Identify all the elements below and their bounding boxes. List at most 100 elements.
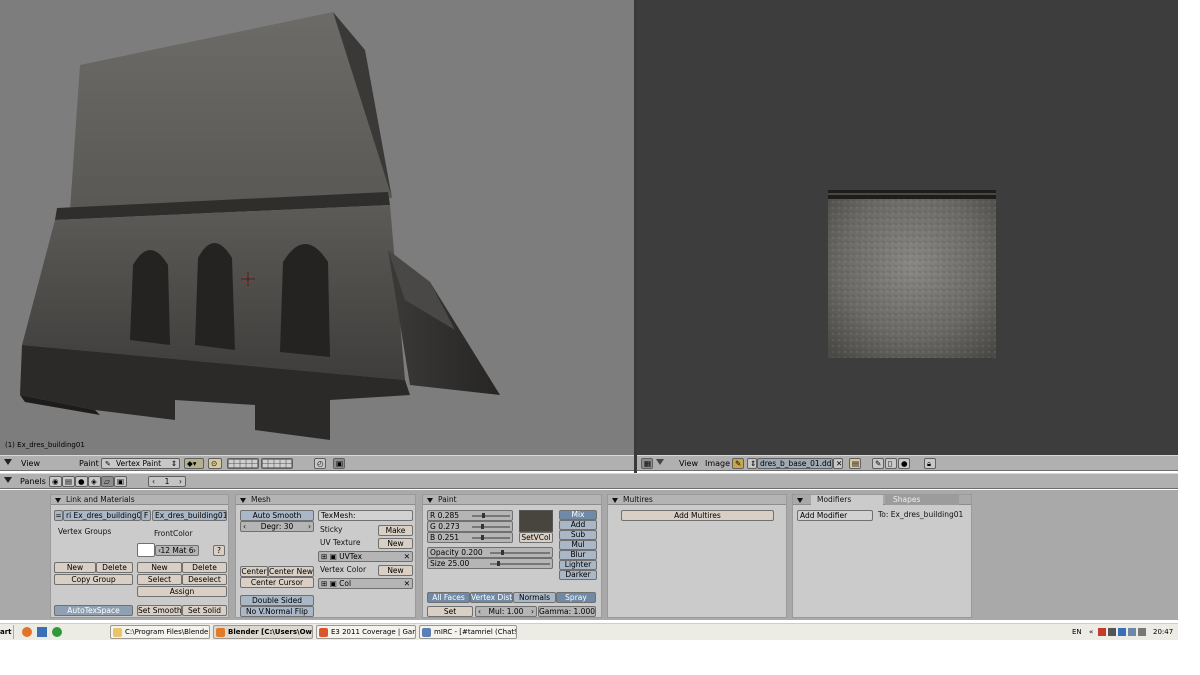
draw-type-select[interactable]: ◆▾ <box>184 458 204 469</box>
frame-number-field[interactable]: ‹ 1 › <box>148 476 186 487</box>
copy-group-button[interactable]: Copy Group <box>54 574 133 585</box>
browse-image-icon[interactable]: ⇕ <box>747 458 757 469</box>
paint-mode-lighter[interactable]: Lighter <box>559 560 597 570</box>
object-name-field[interactable]: Ex_dres_building01 <box>152 510 227 521</box>
image-editor-type-icon[interactable]: ▦ <box>641 458 653 469</box>
vertex-dist-toggle[interactable]: Vertex Dist <box>470 592 513 603</box>
paint-mode-mul[interactable]: Mul <box>559 540 597 550</box>
3d-viewport[interactable]: (1) Ex_dres_building01 <box>0 0 634 455</box>
ogl-render-icon[interactable]: ◴ <box>314 458 326 469</box>
layer-buttons-b[interactable] <box>261 458 293 469</box>
tray-app-icon[interactable] <box>1098 628 1106 636</box>
opacity-knob[interactable] <box>501 550 504 555</box>
collapse-arrow-icon[interactable] <box>797 497 803 503</box>
paint-g-slider[interactable]: G 0.273 <box>427 521 513 532</box>
size-knob[interactable] <box>496 561 500 566</box>
uv-texture-new-button[interactable]: New <box>378 538 413 549</box>
chrome-quicklaunch-icon[interactable] <box>52 627 62 637</box>
object-context-icon[interactable]: ◈ <box>88 476 101 487</box>
paint-mode-mix[interactable]: Mix <box>559 510 597 520</box>
uv-layer-delete-icon[interactable]: ✕ <box>404 552 410 561</box>
task-explorer[interactable]: C:\Program Files\Blender... <box>110 625 210 639</box>
lock-layers-icon[interactable]: ⊙ <box>208 458 222 469</box>
render-anim-icon[interactable]: ▣ <box>333 458 345 469</box>
uv-layer-row[interactable]: ⊞ ▣ UVTex ✕ <box>318 551 413 562</box>
paint-g-knob[interactable] <box>481 524 485 529</box>
image-editor-viewport[interactable] <box>637 0 1178 455</box>
window-type-arrow-icon[interactable] <box>4 477 12 483</box>
paint-b-knob[interactable] <box>480 535 484 540</box>
pack-image-icon[interactable]: ▤ <box>849 458 861 469</box>
setvcol-button[interactable]: SetVCol <box>519 532 553 543</box>
vertex-color-new-button[interactable]: New <box>378 565 413 576</box>
pin-image-icon[interactable]: ✎ <box>732 458 744 469</box>
window-type-arrow-icon[interactable] <box>4 459 12 465</box>
mesh-browse-button[interactable]: = <box>54 510 63 521</box>
vc-layer-delete-icon[interactable]: ✕ <box>404 579 410 588</box>
panels-menu[interactable]: Panels <box>20 476 46 487</box>
view-menu[interactable]: View <box>679 458 698 469</box>
collapse-arrow-icon[interactable] <box>240 497 246 503</box>
autotexspace-toggle[interactable]: AutoTexSpace <box>54 605 133 616</box>
fake-user-button[interactable]: F <box>141 510 151 521</box>
material-deselect-button[interactable]: Deselect <box>182 574 227 585</box>
arrow-left-icon[interactable]: ‹ <box>152 477 155 486</box>
double-sided-toggle[interactable]: Double Sided <box>240 595 314 606</box>
all-faces-toggle[interactable]: All Faces <box>427 592 470 603</box>
arrow-left-icon[interactable]: ‹ <box>243 522 246 531</box>
arrow-right-icon[interactable]: › <box>531 607 534 616</box>
clock[interactable]: 20:47 <box>1153 625 1173 639</box>
material-select-button[interactable]: Select <box>137 574 182 585</box>
vertex-group-delete-button[interactable]: Delete <box>96 562 133 573</box>
image-name-field[interactable]: dres_b_base_01.dds <box>757 458 833 469</box>
volume-icon[interactable] <box>1138 628 1146 636</box>
vertex-color-layer-row[interactable]: ⊞ ▣ Col ✕ <box>318 578 413 589</box>
no-v-normal-flip-toggle[interactable]: No V.Normal Flip <box>240 606 314 617</box>
auto-smooth-toggle[interactable]: Auto Smooth <box>240 510 314 521</box>
tray-app-icon[interactable] <box>1108 628 1116 636</box>
size-slider[interactable]: Size 25.00 <box>427 558 553 569</box>
desktop-quicklaunch-icon[interactable] <box>37 627 47 637</box>
material-help-button[interactable]: ? <box>213 545 225 556</box>
arrow-right-icon[interactable]: › <box>179 477 182 486</box>
front-color-swatch[interactable] <box>137 543 155 557</box>
paint-r-slider[interactable]: R 0.285 <box>427 510 513 521</box>
image-menu[interactable]: Image <box>705 458 730 469</box>
battery-icon[interactable] <box>1128 628 1136 636</box>
uv-sync-icon[interactable]: ▯ <box>885 458 897 469</box>
paint-color-swatch[interactable] <box>519 510 553 532</box>
layer-buttons-a[interactable] <box>227 458 259 469</box>
set-smooth-button[interactable]: Set Smooth <box>137 605 182 616</box>
vertex-group-new-button[interactable]: New <box>54 562 96 573</box>
view-menu[interactable]: View <box>21 458 40 469</box>
lock-icon[interactable]: 🔒︎ <box>924 458 936 469</box>
task-mirc[interactable]: mIRC - [#tamriel (ChatS... <box>419 625 517 639</box>
collapse-arrow-icon[interactable] <box>612 497 618 503</box>
paint-mode-add[interactable]: Add <box>559 520 597 530</box>
tray-expand-icon[interactable]: « <box>1089 625 1093 639</box>
3d-cursor-icon[interactable] <box>241 272 255 286</box>
script-context-icon[interactable]: ▤ <box>62 476 75 487</box>
language-indicator[interactable]: EN <box>1072 625 1082 639</box>
set-solid-button[interactable]: Set Solid <box>182 605 227 616</box>
logic-context-icon[interactable]: ◉ <box>49 476 62 487</box>
gamma-field[interactable]: Gamma: 1.000 <box>538 606 596 617</box>
add-multires-button[interactable]: Add Multires <box>621 510 774 521</box>
mode-select[interactable]: ✎ Vertex Paint ⇕ <box>101 458 180 469</box>
center-button[interactable]: Center <box>240 566 268 577</box>
task-blender[interactable]: Blender [C:\Users\Ow... <box>213 625 313 639</box>
shading-context-icon[interactable]: ● <box>75 476 88 487</box>
tab-shapes[interactable]: Shapes <box>885 495 959 505</box>
sticky-make-button[interactable]: Make <box>378 525 413 536</box>
paint-mode-darker[interactable]: Darker <box>559 570 597 580</box>
panel-title[interactable]: Link and Materials <box>51 495 228 505</box>
firefox-quicklaunch-icon[interactable] <box>22 627 32 637</box>
paint-menu[interactable]: Paint <box>79 458 99 469</box>
start-button[interactable]: art <box>0 625 12 639</box>
mesh-name-field[interactable]: ri Ex_dres_building0 <box>63 510 141 521</box>
collapse-arrow-icon[interactable] <box>427 497 433 503</box>
center-cursor-button[interactable]: Center Cursor <box>240 577 314 588</box>
tab-modifiers[interactable]: Modifiers <box>811 495 883 505</box>
mul-field[interactable]: ‹ Mul: 1.00 › <box>475 606 537 617</box>
paint-mode-blur[interactable]: Blur <box>559 550 597 560</box>
